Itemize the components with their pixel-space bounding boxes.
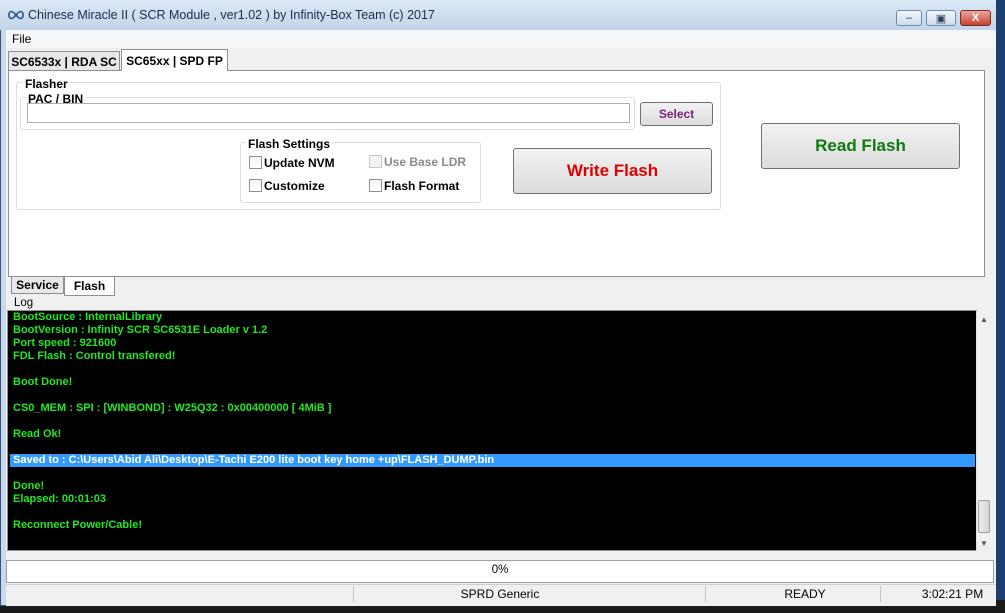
status-platform: SPRD Generic <box>460 587 540 601</box>
update-nvm-checkbox[interactable] <box>249 156 262 169</box>
flash-format-label[interactable]: Flash Format <box>384 179 459 193</box>
menu-bar <box>6 30 996 48</box>
status-divider <box>880 586 881 602</box>
tab-flash[interactable]: Flash <box>64 277 115 296</box>
log-line-selected: Saved to : C:\Users\Abid Ali\Desktop\E-T… <box>13 454 495 466</box>
minimize-button[interactable]: – <box>896 10 922 26</box>
tab-rda-sc[interactable]: SC6533x | RDA SC <box>8 51 120 71</box>
tab-service[interactable]: Service <box>11 277 64 294</box>
status-state: READY <box>784 587 826 601</box>
flash-format-checkbox[interactable] <box>369 179 382 192</box>
log-line: Boot Done! <box>13 376 73 388</box>
log-line: Elapsed: 00:01:03 <box>13 493 106 505</box>
log-line: CS0_MEM : SPI : [WINBOND] : W25Q32 : 0x0… <box>13 402 332 414</box>
read-flash-button[interactable]: Read Flash <box>761 123 960 169</box>
log-line: BootVersion : Infinity SCR SC6531E Loade… <box>13 324 268 336</box>
flash-settings-group <box>240 142 481 203</box>
log-output[interactable] <box>7 310 977 551</box>
scroll-down-icon[interactable]: ▼ <box>976 535 992 551</box>
customize-checkbox[interactable] <box>249 179 262 192</box>
use-base-ldr-checkbox <box>369 155 382 168</box>
status-divider <box>705 586 706 602</box>
menu-file[interactable]: File <box>12 32 31 46</box>
window-title: Chinese Miracle II ( SCR Module , ver1.0… <box>28 8 435 22</box>
desktop-background <box>996 0 1005 613</box>
close-button[interactable]: X <box>960 10 991 26</box>
customize-label[interactable]: Customize <box>264 179 325 193</box>
log-line: Reconnect Power/Cable! <box>13 519 142 531</box>
log-line: BootSource : InternalLibrary <box>13 311 163 323</box>
use-base-ldr-label: Use Base LDR <box>384 155 467 169</box>
status-divider <box>353 586 354 602</box>
maximize-button[interactable]: ▣ <box>926 10 956 26</box>
write-flash-button[interactable]: Write Flash <box>513 148 712 194</box>
flash-settings-label: Flash Settings <box>246 137 333 151</box>
log-label: Log <box>14 297 34 309</box>
scrollbar-thumb[interactable] <box>978 500 990 533</box>
scroll-up-icon[interactable]: ▲ <box>976 311 992 327</box>
pac-file-input[interactable] <box>27 103 630 123</box>
tab-spd-fp[interactable]: SC65xx | SPD FP <box>121 49 228 71</box>
log-line: Port speed : 921600 <box>13 337 117 349</box>
log-line: Read Ok! <box>13 428 62 440</box>
flasher-group-label: Flasher <box>23 77 70 91</box>
progress-text: 0% <box>491 564 509 576</box>
update-nvm-label[interactable]: Update NVM <box>264 156 335 170</box>
select-file-button[interactable]: Select <box>640 102 713 126</box>
infinity-logo-icon <box>8 10 24 20</box>
log-line: Done! <box>13 480 45 492</box>
log-line: FDL Flash : Control transfered! <box>13 350 176 362</box>
status-time: 3:02:21 PM <box>921 587 984 601</box>
